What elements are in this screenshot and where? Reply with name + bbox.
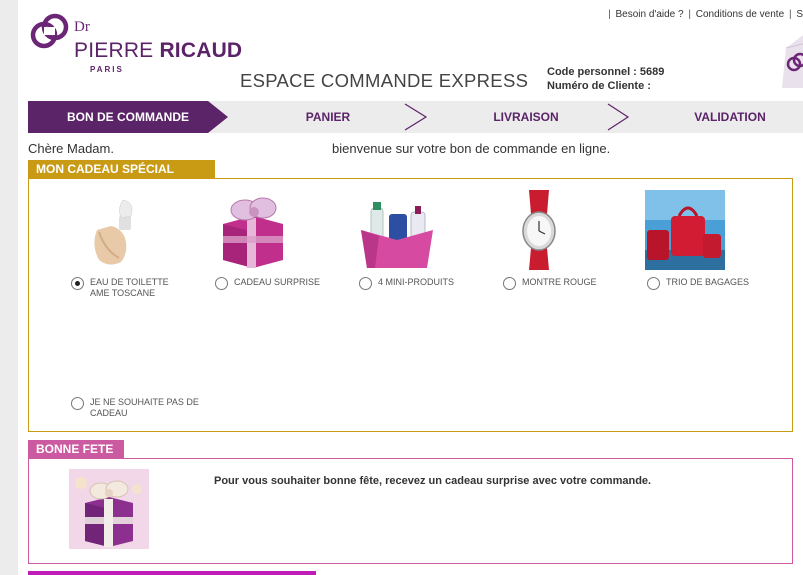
client-info: Code personnel : 5689 Numéro de Cliente … xyxy=(547,65,664,93)
gift-label-surprise: CADEAU SURPRISE xyxy=(234,277,321,287)
fete-message: Pour vous souhaiter bonne fête, recevez … xyxy=(214,475,652,487)
fete-section: Pour vous souhaiter bonne fête, recevez … xyxy=(28,458,793,564)
logo-mark-icon xyxy=(30,13,69,49)
logo-city: PARIS xyxy=(90,65,124,74)
gift-radio-mini[interactable] xyxy=(359,277,372,290)
logo-dr: Dr xyxy=(74,19,90,35)
code-label: Code personnel : xyxy=(547,66,637,78)
gift-radio-surprise[interactable] xyxy=(215,277,228,290)
gift-option-luggage[interactable]: TRIO DE BAGAGES xyxy=(647,277,756,290)
surprise-gift-image xyxy=(69,469,149,549)
code-row: Code personnel : 5689 xyxy=(547,65,664,79)
more-link[interactable]: S xyxy=(796,9,803,20)
gift-label-mini: 4 MINI-PRODUITS xyxy=(378,277,455,287)
greeting-salutation: Chère Madam. xyxy=(28,141,114,156)
client-label: Numéro de Cliente : xyxy=(547,80,651,92)
red-watch-image[interactable] xyxy=(501,190,581,270)
gift-section: EAU DE TOILETTE AME TOSCANE CADEAU SURPR… xyxy=(28,178,793,432)
page: | Besoin d'aide ? | Conditions de vente … xyxy=(18,0,803,575)
step-livraison[interactable]: LIVRAISON xyxy=(426,101,626,133)
bottom-section-tab xyxy=(28,571,316,575)
gift-radio-none[interactable] xyxy=(71,397,84,410)
gift-label-perfume: EAU DE TOILETTE AME TOSCANE xyxy=(90,277,169,298)
help-link[interactable]: Besoin d'aide ? xyxy=(616,9,684,20)
top-links: | Besoin d'aide ? | Conditions de vente … xyxy=(608,9,803,20)
gift-radio-luggage[interactable] xyxy=(647,277,660,290)
greeting-welcome: bienvenue sur votre bon de commande en l… xyxy=(332,141,611,156)
page-title: ESPACE COMMANDE EXPRESS xyxy=(240,70,529,91)
step-bon-de-commande[interactable]: BON DE COMMANDE xyxy=(28,101,228,133)
checkout-steps: BON DE COMMANDE PANIER LIVRAISON VALIDAT… xyxy=(28,101,803,133)
fete-section-title: BONNE FETE ! xyxy=(28,440,124,475)
gift-option-mini[interactable]: 4 MINI-PRODUITS xyxy=(359,277,468,290)
step-panier[interactable]: PANIER xyxy=(228,101,428,133)
step-validation[interactable]: VALIDATION xyxy=(628,101,803,133)
gift-radio-perfume[interactable] xyxy=(71,277,84,290)
gift-box-image[interactable] xyxy=(213,190,293,270)
gift-label-watch: MONTRE ROUGE xyxy=(522,277,597,287)
terms-link[interactable]: Conditions de vente xyxy=(696,9,784,20)
brand-logo[interactable]: Dr PIERRE RICAUD PARIS xyxy=(30,13,242,74)
gift-radio-watch[interactable] xyxy=(503,277,516,290)
gift-section-title: MON CADEAU SPÉCIAL FÊTES xyxy=(28,160,215,195)
mini-products-image[interactable] xyxy=(357,190,437,270)
gift-label-none: JE NE SOUHAITE PAS DE CADEAU xyxy=(90,397,199,418)
luggage-trio-image[interactable] xyxy=(645,190,725,270)
gift-option-surprise[interactable]: CADEAU SURPRISE xyxy=(215,277,324,290)
client-row: Numéro de Cliente : xyxy=(547,79,664,93)
code-value: 5689 xyxy=(639,66,665,78)
gift-label-luggage: TRIO DE BAGAGES xyxy=(666,277,750,287)
logo-last: RICAUD xyxy=(159,39,243,62)
perfume-bottle-image[interactable] xyxy=(69,190,149,270)
gift-option-perfume[interactable]: EAU DE TOILETTE AME TOSCANE xyxy=(71,277,180,299)
shopping-bag-icon[interactable] xyxy=(780,30,803,92)
logo-first: PIERRE xyxy=(74,39,154,62)
gift-option-watch[interactable]: MONTRE ROUGE xyxy=(503,277,612,290)
logo-name: PIERRE RICAUD xyxy=(74,39,242,63)
gift-option-none[interactable]: JE NE SOUHAITE PAS DE CADEAU xyxy=(71,397,200,419)
